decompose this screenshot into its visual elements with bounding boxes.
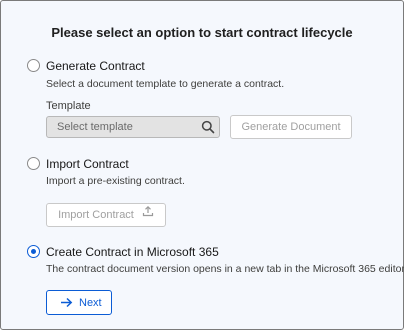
- option-label-generate-contract[interactable]: Generate Contract: [46, 59, 145, 73]
- template-select-placeholder: Select template: [57, 121, 133, 133]
- generate-document-button-label: Generate Document: [241, 121, 341, 133]
- search-icon: [201, 120, 215, 134]
- upload-icon: [142, 203, 154, 225]
- radio-generate-contract[interactable]: [27, 59, 40, 72]
- import-contract-button[interactable]: Import Contract: [46, 203, 166, 227]
- generate-document-button[interactable]: Generate Document: [230, 115, 352, 139]
- next-button[interactable]: Next: [46, 290, 112, 315]
- template-field-label: Template: [46, 100, 91, 112]
- option-label-create-contract-microsoft-365[interactable]: Create Contract in Microsoft 365: [46, 245, 219, 259]
- panel-title: Please select an option to start contrac…: [51, 25, 353, 40]
- option-description-import-contract: Import a pre-existing contract.: [46, 175, 185, 187]
- import-contract-button-label: Import Contract: [58, 209, 134, 221]
- template-select[interactable]: Select template: [46, 116, 220, 138]
- radio-create-contract-microsoft-365[interactable]: [27, 245, 40, 258]
- next-button-label: Next: [79, 297, 102, 309]
- option-description-create-contract-microsoft-365: The contract document version opens in a…: [46, 263, 404, 275]
- option-description-generate-contract: Select a document template to generate a…: [46, 78, 285, 90]
- arrow-right-icon: [60, 297, 73, 311]
- option-label-import-contract[interactable]: Import Contract: [46, 157, 129, 171]
- radio-import-contract[interactable]: [27, 157, 40, 170]
- contract-lifecycle-panel: Please select an option to start contrac…: [0, 0, 404, 330]
